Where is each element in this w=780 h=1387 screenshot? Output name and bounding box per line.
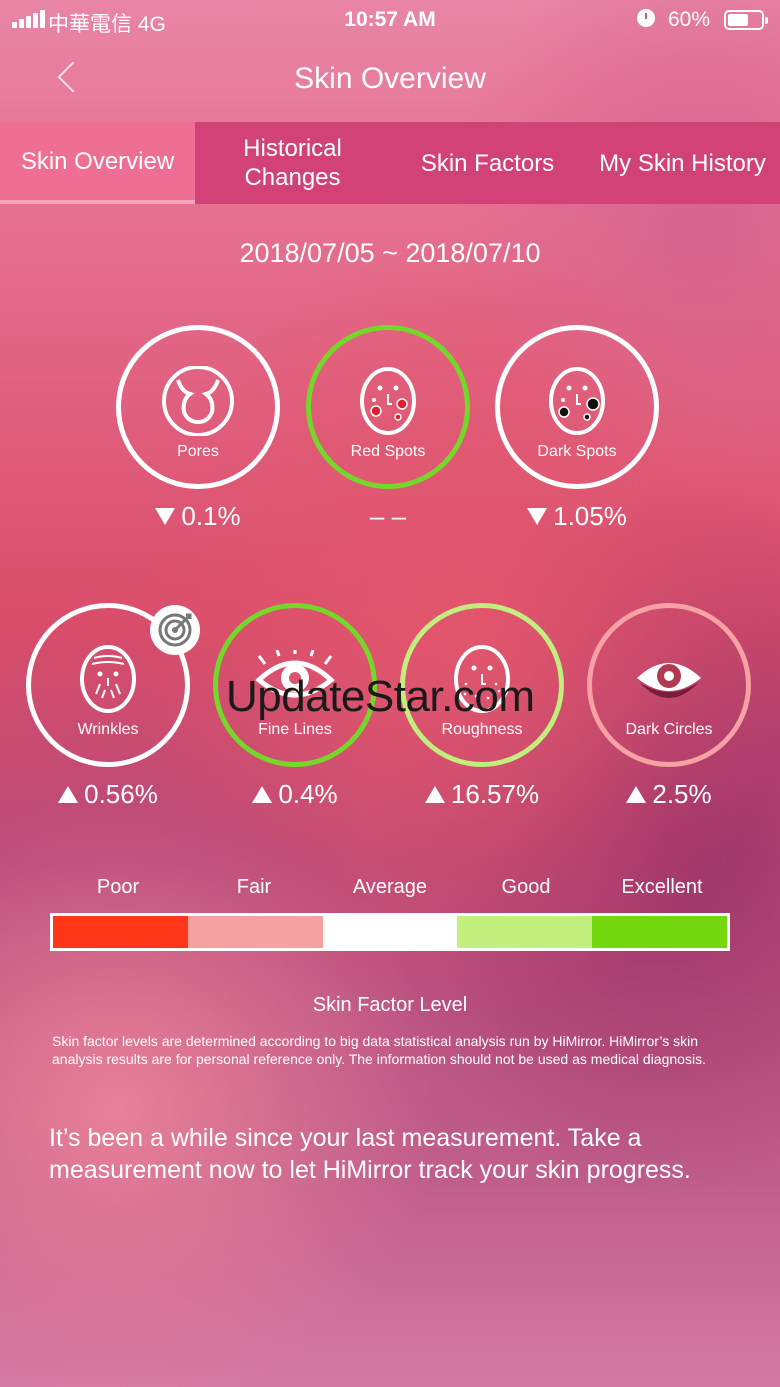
level-swatch-poor: [53, 916, 188, 948]
factor-label: Fine Lines: [258, 721, 332, 738]
factor-ring[interactable]: Dark Spots: [495, 325, 659, 489]
target-icon[interactable]: [150, 605, 200, 655]
level-label-good: Good: [501, 876, 551, 898]
factor-label: Wrinkles: [77, 721, 139, 738]
measurement-reminder: It’s been a while since your last measur…: [49, 1124, 691, 1184]
tab-skin-factors[interactable]: Skin Factors: [390, 122, 585, 204]
level-swatch-fair: [187, 916, 323, 948]
level-label-poor: Poor: [96, 876, 140, 898]
decrease-arrow-icon: [155, 508, 176, 525]
level-label-excellent: Excellent: [621, 876, 703, 898]
factor-label: Dark Circles: [625, 721, 713, 738]
dark-spots-face-icon: [549, 367, 605, 435]
factor-pores[interactable]: Pores 0.1%: [116, 325, 280, 532]
factor-change: – –: [306, 501, 470, 532]
factor-label: Red Spots: [350, 443, 426, 460]
factor-change-value: 16.57%: [450, 779, 540, 809]
level-label-average: Average: [352, 876, 428, 898]
factor-change: 0.1%: [116, 501, 280, 532]
date-range: 2018/07/05 ~ 2018/07/10: [239, 238, 541, 268]
factor-dark-spots[interactable]: Dark Spots 1.05%: [495, 325, 659, 532]
factor-wrinkles[interactable]: Wrinkles 0.56%: [26, 603, 200, 810]
level-swatch-good: [457, 916, 593, 948]
factor-label: Dark Spots: [537, 443, 617, 460]
wrinkles-face-icon: [80, 645, 136, 713]
factor-ring[interactable]: Red Spots: [306, 325, 470, 489]
level-swatch-average: [322, 916, 458, 948]
battery-percentage: 60%: [668, 8, 711, 31]
dark-circles-eye-icon: [637, 663, 701, 698]
page-title: Skin Overview: [294, 62, 486, 95]
increase-arrow-icon: [252, 786, 273, 803]
level-color-bar: [50, 913, 730, 951]
factor-change: 0.56%: [26, 779, 190, 810]
factor-change-value: 2.5%: [652, 779, 712, 809]
tab-historical-changes[interactable]: Historical Changes: [195, 122, 390, 204]
tab-skin-overview[interactable]: Skin Overview: [0, 122, 195, 204]
factor-change: 0.4%: [213, 779, 377, 810]
factor-change-value: 0.1%: [181, 501, 241, 531]
alarm-icon: [637, 9, 655, 27]
increase-arrow-icon: [626, 786, 647, 803]
factor-change: 2.5%: [587, 779, 751, 810]
factor-change: 1.05%: [495, 501, 659, 532]
factor-change-value: 1.05%: [553, 501, 627, 531]
factor-label: Pores: [177, 443, 219, 460]
factor-change-value: 0.4%: [278, 779, 338, 809]
increase-arrow-icon: [424, 786, 445, 803]
factor-label: Roughness: [441, 721, 523, 738]
factor-ring[interactable]: Pores: [116, 325, 280, 489]
watermark: UpdateStar.com: [226, 672, 535, 721]
decrease-arrow-icon: [527, 508, 548, 525]
nav-header: Skin Overview: [0, 48, 780, 118]
level-label-fair: Fair: [236, 876, 272, 898]
status-bar: 中華電信 4G 10:57 AM 60%: [0, 0, 780, 40]
increase-arrow-icon: [58, 786, 79, 803]
level-labels: Poor Fair Average Good Excellent: [50, 876, 730, 899]
battery-icon: [724, 10, 768, 30]
level-swatch-excellent: [592, 916, 727, 948]
red-spots-face-icon: [360, 367, 416, 435]
pores-icon: [162, 366, 234, 436]
factor-ring[interactable]: Dark Circles: [587, 603, 751, 767]
factor-dark-circles[interactable]: Dark Circles 2.5%: [587, 603, 751, 810]
factor-change: 16.57%: [400, 779, 564, 810]
factor-red-spots[interactable]: Red Spots – –: [306, 325, 470, 532]
disclaimer-text: Skin factor levels are determined accord…: [52, 1033, 706, 1067]
factor-change-value: 0.56%: [84, 779, 158, 809]
tab-bar: Skin Overview Historical Changes Skin Fa…: [0, 122, 780, 204]
factor-change-value: – –: [369, 501, 407, 531]
skin-level-legend: Poor Fair Average Good Excellent: [50, 876, 730, 951]
status-time: 10:57 AM: [344, 8, 436, 31]
level-caption: Skin Factor Level: [312, 994, 468, 1016]
tab-my-skin-history[interactable]: My Skin History: [585, 122, 780, 204]
